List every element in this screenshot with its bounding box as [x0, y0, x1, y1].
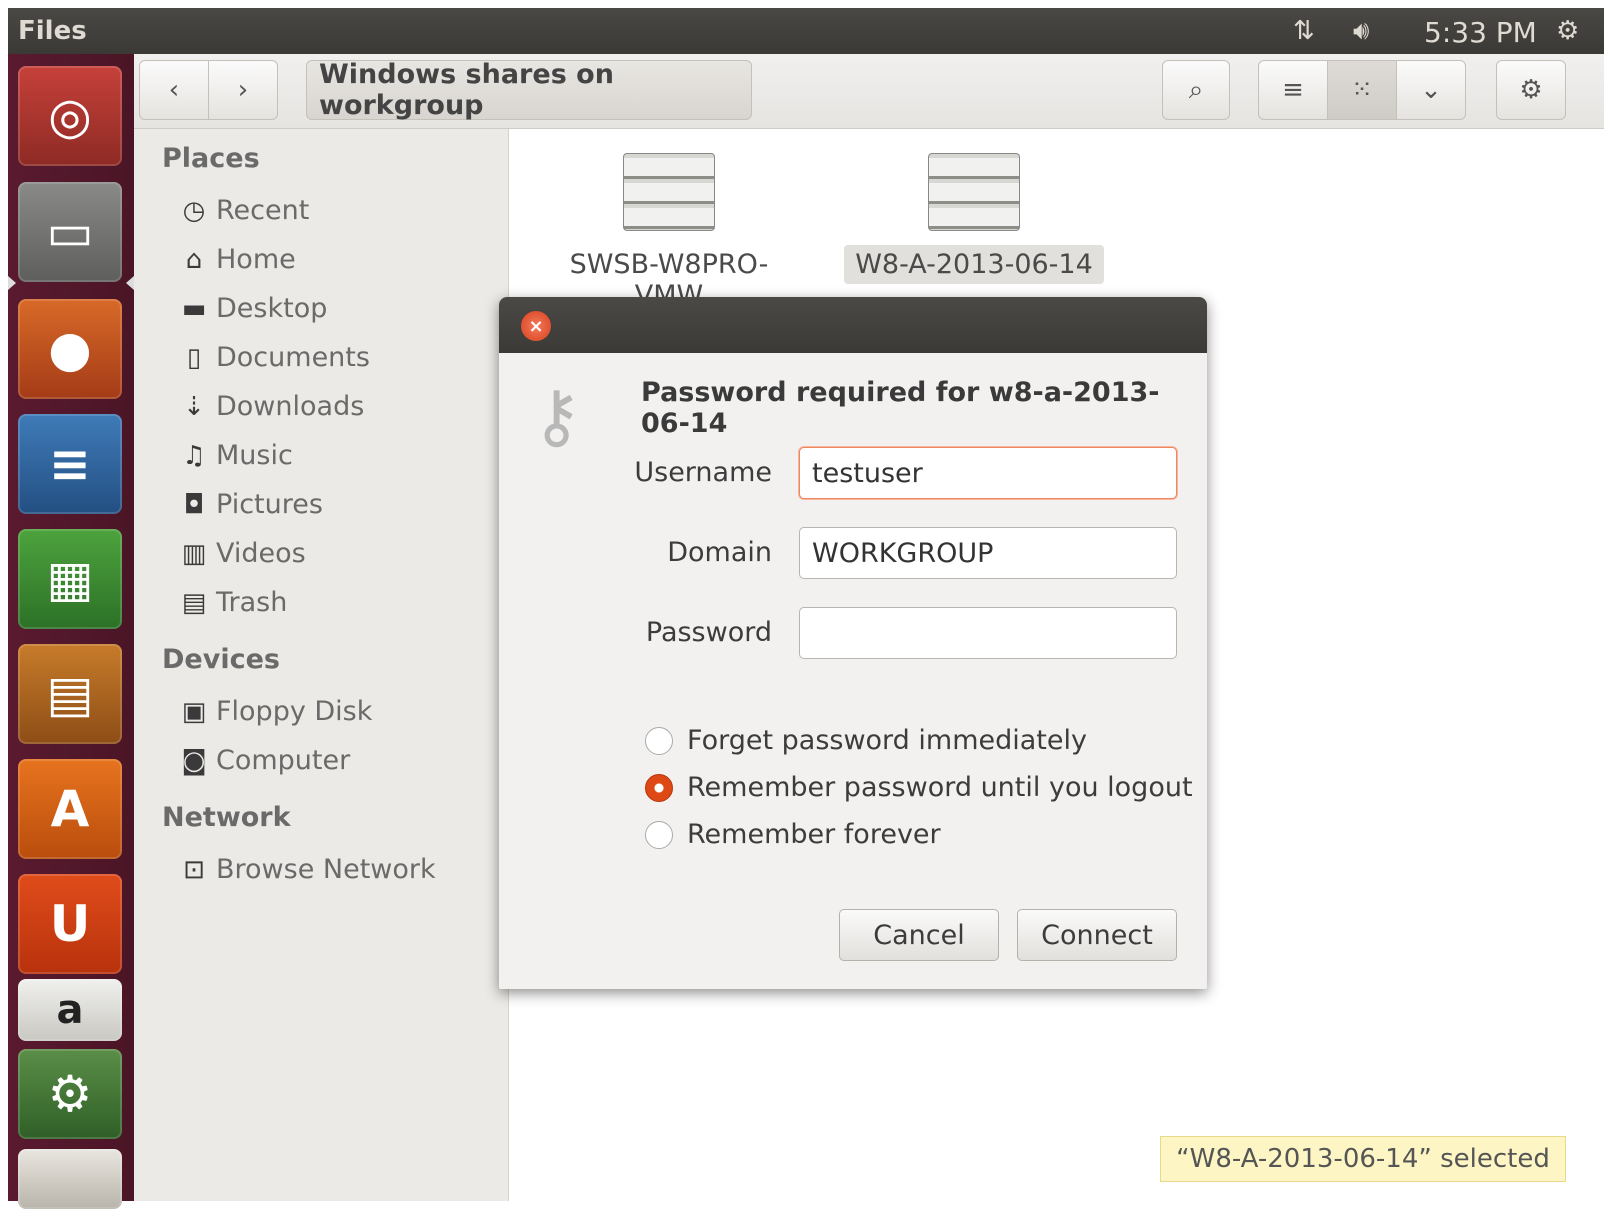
forward-button[interactable]: ›	[208, 60, 278, 120]
keys-icon: ⚷	[531, 375, 583, 457]
writer-launcher-icon[interactable]: ≡	[18, 414, 122, 514]
gear-icon: ⚙	[1519, 75, 1543, 105]
password-label: Password	[645, 617, 772, 648]
sidebar-item-pictures[interactable]: ◘ Pictures	[178, 489, 323, 520]
sidebar-item-floppy[interactable]: ▣ Floppy Disk	[178, 696, 373, 727]
firefox-launcher-icon[interactable]: ●	[18, 299, 122, 399]
sidebar-item-documents[interactable]: ▯ Documents	[178, 342, 370, 373]
network-heading: Network	[162, 802, 291, 833]
files-launcher-icon[interactable]: ▭	[18, 182, 122, 282]
amazon-icon[interactable]: a	[18, 979, 122, 1041]
username-field[interactable]: testuser	[799, 447, 1177, 499]
dialog-titlebar[interactable]: ×	[499, 297, 1207, 353]
launcher: ◎ ▭ ● ≡ ▦ ▤ A U a ⚙	[8, 54, 135, 1209]
music-icon: ♫	[182, 440, 206, 471]
software-center-icon[interactable]: A	[18, 759, 122, 859]
film-icon: ▥	[181, 538, 207, 569]
server-icon	[928, 153, 1020, 231]
search-button[interactable]: ⌕	[1162, 60, 1230, 120]
grid-icon: ⁙	[1351, 75, 1373, 105]
radio-remember-until-logout[interactable]: Remember password until you logout	[645, 772, 1193, 803]
sidebar-item-browse-network[interactable]: ⊡ Browse Network	[178, 854, 436, 885]
sidebar-item-home[interactable]: ⌂ Home	[178, 244, 296, 275]
tweak-tool-icon[interactable]: ⚙	[18, 1049, 122, 1139]
list-view-button[interactable]: ≡	[1258, 60, 1328, 120]
server-label: W8-A-2013-06-14	[844, 245, 1104, 284]
sidebar-item-desktop[interactable]: ▬ Desktop	[178, 293, 328, 324]
network-icon: ⊡	[183, 854, 205, 885]
document-icon: ▯	[186, 342, 202, 373]
volume-icon[interactable]: 🔊︎	[1353, 16, 1369, 47]
clock[interactable]: 5:33 PM	[1424, 16, 1537, 49]
places-heading: Places	[162, 143, 260, 174]
sidebar-item-trash[interactable]: ▤ Trash	[178, 587, 288, 618]
sidebar: Places ◷ Recent ⌂ Home ▬ Desktop ▯ Documents…	[134, 129, 509, 1201]
radio-button[interactable]	[645, 820, 673, 849]
chevron-left-icon: ‹	[168, 75, 180, 105]
password-dialog: × ⚷ Password required for w8-a-2013-06-1…	[499, 297, 1207, 989]
grid-view-button[interactable]: ⁙	[1327, 60, 1397, 120]
view-menu-button[interactable]: ⌄	[1396, 60, 1466, 120]
home-icon: ⌂	[185, 244, 203, 275]
sidebar-item-music[interactable]: ♫ Music	[178, 440, 292, 471]
server-icon	[623, 153, 715, 231]
domain-label: Domain	[667, 537, 772, 568]
impress-launcher-icon[interactable]: ▤	[18, 644, 122, 744]
trash-icon: ▤	[181, 587, 207, 618]
computer-icon: ◙	[181, 745, 207, 776]
radio-remember-forever[interactable]: Remember forever	[645, 819, 941, 850]
floppy-icon: ▣	[181, 696, 207, 727]
calc-launcher-icon[interactable]: ▦	[18, 529, 122, 629]
sidebar-item-recent[interactable]: ◷ Recent	[178, 195, 310, 226]
username-label: Username	[634, 457, 772, 488]
cancel-button[interactable]: Cancel	[839, 909, 999, 961]
power-gear-icon[interactable]: ⚙	[1556, 16, 1579, 46]
toolbar: ‹ › Windows shares on workgroup ⌕ ≡ ⁙ ⌄ …	[134, 54, 1604, 129]
dialog-heading: Password required for w8-a-2013-06-14	[641, 377, 1160, 439]
close-icon: ×	[528, 315, 544, 337]
clock-icon: ◷	[182, 195, 206, 226]
download-icon: ⇣	[183, 391, 205, 422]
top-panel: Files ⇅ 🔊︎ 5:33 PM ⚙	[8, 8, 1604, 54]
domain-field[interactable]: WORKGROUP	[799, 527, 1177, 579]
sidebar-item-videos[interactable]: ▥ Videos	[178, 538, 306, 569]
password-field[interactable]	[799, 607, 1177, 659]
radio-button[interactable]	[645, 726, 673, 755]
active-app-arrow-icon	[8, 276, 16, 290]
app-title: Files	[18, 16, 87, 46]
settings-button[interactable]: ⚙	[1496, 60, 1566, 120]
back-button[interactable]: ‹	[139, 60, 209, 120]
search-icon: ⌕	[1188, 74, 1204, 105]
radio-button-selected[interactable]	[645, 773, 673, 802]
server-item-selected[interactable]: W8-A-2013-06-14	[844, 153, 1104, 284]
camera-icon: ◘	[183, 489, 205, 520]
radio-forget-immediately[interactable]: Forget password immediately	[645, 725, 1087, 756]
close-button[interactable]: ×	[521, 311, 551, 341]
network-indicator-icon[interactable]: ⇅	[1293, 16, 1315, 46]
devices-heading: Devices	[162, 644, 280, 675]
folder-icon: ▬	[181, 293, 207, 324]
focused-app-arrow-icon	[126, 276, 134, 290]
sidebar-item-computer[interactable]: ◙ Computer	[178, 745, 350, 776]
chevron-down-icon: ⌄	[1420, 75, 1442, 105]
list-icon: ≡	[1282, 75, 1304, 105]
selection-status: “W8-A-2013-06-14” selected	[1160, 1136, 1566, 1182]
ubuntu-one-icon[interactable]: U	[18, 874, 122, 974]
sidebar-item-downloads[interactable]: ⇣ Downloads	[178, 391, 364, 422]
server-item[interactable]: SWSB-W8PRO-VMW	[529, 153, 809, 315]
location-breadcrumb[interactable]: Windows shares on workgroup	[306, 59, 752, 121]
chevron-right-icon: ›	[237, 75, 249, 105]
trash-launcher-icon[interactable]	[18, 1149, 122, 1209]
dash-ubuntu-icon[interactable]: ◎	[18, 66, 122, 166]
connect-button[interactable]: Connect	[1017, 909, 1177, 961]
